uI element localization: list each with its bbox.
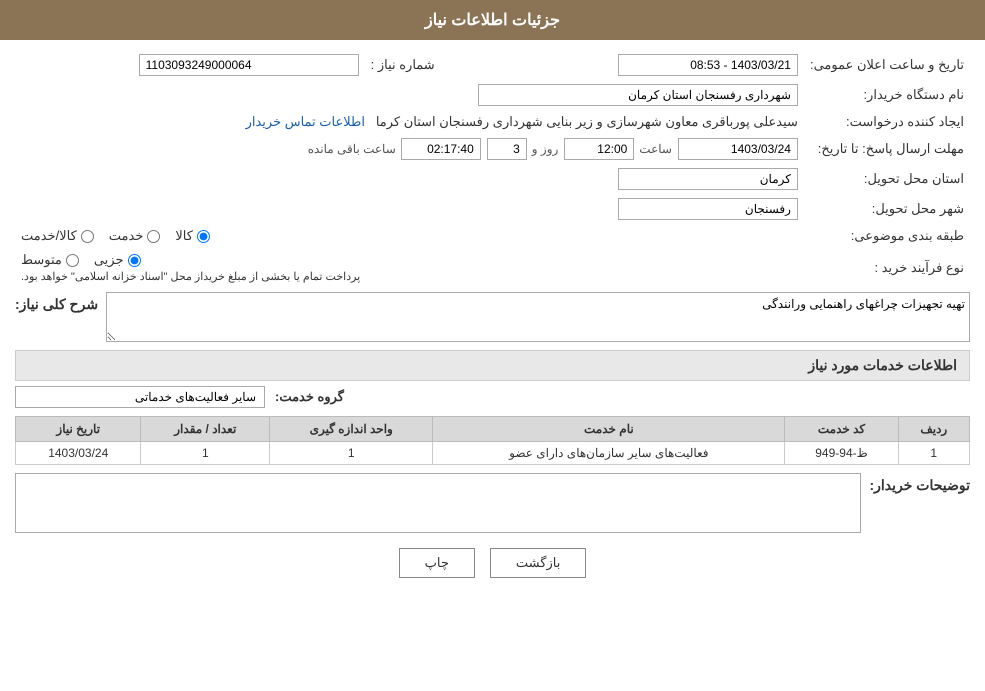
- creator-contact-link[interactable]: اطلاعات تماس خریدار: [246, 114, 365, 129]
- cell-quantity: 1: [141, 442, 270, 465]
- org-name-label: نام دستگاه خریدار:: [804, 80, 970, 110]
- services-table: ردیف کد خدمت نام خدمت واحد اندازه گیری ت…: [15, 416, 970, 465]
- remain-time-input[interactable]: [401, 138, 481, 160]
- page-title: جزئیات اطلاعات نیاز: [425, 12, 560, 29]
- process-motavaset-radio[interactable]: [66, 254, 79, 267]
- process-motavaset-item[interactable]: متوسط: [21, 252, 79, 268]
- category-kala-khadamat-item[interactable]: کالا/خدمت: [21, 228, 94, 244]
- process-label: نوع فرآیند خرید :: [804, 248, 970, 287]
- days-label: روز و: [532, 142, 559, 156]
- province-input[interactable]: [618, 168, 798, 190]
- category-label: طبقه بندی موضوعی:: [804, 224, 970, 248]
- category-khadamat-item[interactable]: خدمت: [109, 228, 161, 244]
- main-content: تاریخ و ساعت اعلان عمومی: شماره نیاز : ن…: [0, 40, 985, 603]
- announce-input[interactable]: [618, 54, 798, 76]
- cell-date: 1403/03/24: [16, 442, 141, 465]
- col-header-quantity: تعداد / مقدار: [141, 417, 270, 442]
- category-kala-radio[interactable]: [197, 230, 210, 243]
- category-cell: کالا/خدمت خدمت کالا: [15, 224, 804, 248]
- category-khadamat-label: خدمت: [109, 228, 144, 244]
- process-jazzi-label: جزیی: [94, 252, 124, 268]
- description-section: تهیه تجهیزات چراغهای راهنمایی ورانندگی ش…: [15, 292, 970, 342]
- org-name-input[interactable]: [478, 84, 798, 106]
- announce-label: تاریخ و ساعت اعلان عمومی:: [804, 50, 970, 80]
- process-motavaset-label: متوسط: [21, 252, 62, 268]
- creator-label: ایجاد کننده درخواست:: [804, 110, 970, 134]
- category-khadamat-radio[interactable]: [147, 230, 160, 243]
- back-button[interactable]: بازگشت: [490, 548, 586, 578]
- category-kala-label: کالا: [175, 228, 193, 244]
- col-header-unit: واحد اندازه گیری: [270, 417, 433, 442]
- remain-label: ساعت باقی مانده: [308, 142, 396, 156]
- col-header-date: تاریخ نیاز: [16, 417, 141, 442]
- deadline-cell: ساعت باقی مانده روز و ساعت: [15, 134, 804, 164]
- category-kala-item[interactable]: کالا: [175, 228, 210, 244]
- org-name-cell: [15, 80, 804, 110]
- buyer-notes-label: توضیحات خریدار:: [869, 473, 970, 494]
- print-button[interactable]: چاپ: [399, 548, 475, 578]
- button-row: بازگشت چاپ: [15, 548, 970, 578]
- col-header-name: نام خدمت: [433, 417, 785, 442]
- services-title: اطلاعات خدمات مورد نیاز: [15, 350, 970, 381]
- buyer-notes-box: [15, 473, 861, 533]
- col-header-row: ردیف: [898, 417, 969, 442]
- creator-text: سیدعلی پورباقری معاون شهرسازی و زیر بنای…: [376, 114, 798, 129]
- city-cell: [15, 194, 804, 224]
- deadline-label: مهلت ارسال پاسخ: تا تاریخ:: [804, 134, 970, 164]
- cell-row: 1: [898, 442, 969, 465]
- category-kala-khadamat-label: کالا/خدمت: [21, 228, 77, 244]
- info-table: تاریخ و ساعت اعلان عمومی: شماره نیاز : ن…: [15, 50, 970, 287]
- description-label: شرح کلی نیاز:: [15, 292, 98, 313]
- group-row: گروه خدمت:: [15, 386, 970, 408]
- need-number-cell: [15, 50, 365, 80]
- cell-unit: 1: [270, 442, 433, 465]
- announce-value-cell: [515, 50, 804, 80]
- time-label: ساعت: [639, 142, 672, 156]
- deadline-time-input[interactable]: [564, 138, 634, 160]
- deadline-date-input[interactable]: [678, 138, 798, 160]
- group-label: گروه خدمت:: [275, 389, 344, 405]
- services-section: اطلاعات خدمات مورد نیاز گروه خدمت: ردیف …: [15, 350, 970, 465]
- page-wrapper: جزئیات اطلاعات نیاز تاریخ و ساعت اعلان ع…: [0, 0, 985, 691]
- process-jazzi-item[interactable]: جزیی: [94, 252, 141, 268]
- province-cell: [15, 164, 804, 194]
- category-kala-khadamat-radio[interactable]: [81, 230, 94, 243]
- need-number-input[interactable]: [139, 54, 359, 76]
- col-header-code: کد خدمت: [785, 417, 898, 442]
- description-textarea[interactable]: تهیه تجهیزات چراغهای راهنمایی ورانندگی: [106, 292, 970, 342]
- cell-name: فعالیت‌های سایر سازمان‌های دارای عضو: [433, 442, 785, 465]
- process-note: پرداخت تمام یا بخشی از مبلغ خریداز محل "…: [21, 270, 360, 283]
- buyer-notes-section: توضیحات خریدار:: [15, 473, 970, 533]
- days-input[interactable]: [487, 138, 527, 160]
- cell-code: ظ-94-949: [785, 442, 898, 465]
- group-value-input[interactable]: [15, 386, 265, 408]
- creator-cell: سیدعلی پورباقری معاون شهرسازی و زیر بنای…: [15, 110, 804, 134]
- process-cell: متوسط جزیی پرداخت تمام یا بخشی از مبلغ خ…: [15, 248, 804, 287]
- province-label: استان محل تحویل:: [804, 164, 970, 194]
- city-label: شهر محل تحویل:: [804, 194, 970, 224]
- page-header: جزئیات اطلاعات نیاز: [0, 0, 985, 40]
- city-input[interactable]: [618, 198, 798, 220]
- process-jazzi-radio[interactable]: [128, 254, 141, 267]
- table-row: 1 ظ-94-949 فعالیت‌های سایر سازمان‌های دا…: [16, 442, 970, 465]
- need-number-label: شماره نیاز :: [365, 50, 485, 80]
